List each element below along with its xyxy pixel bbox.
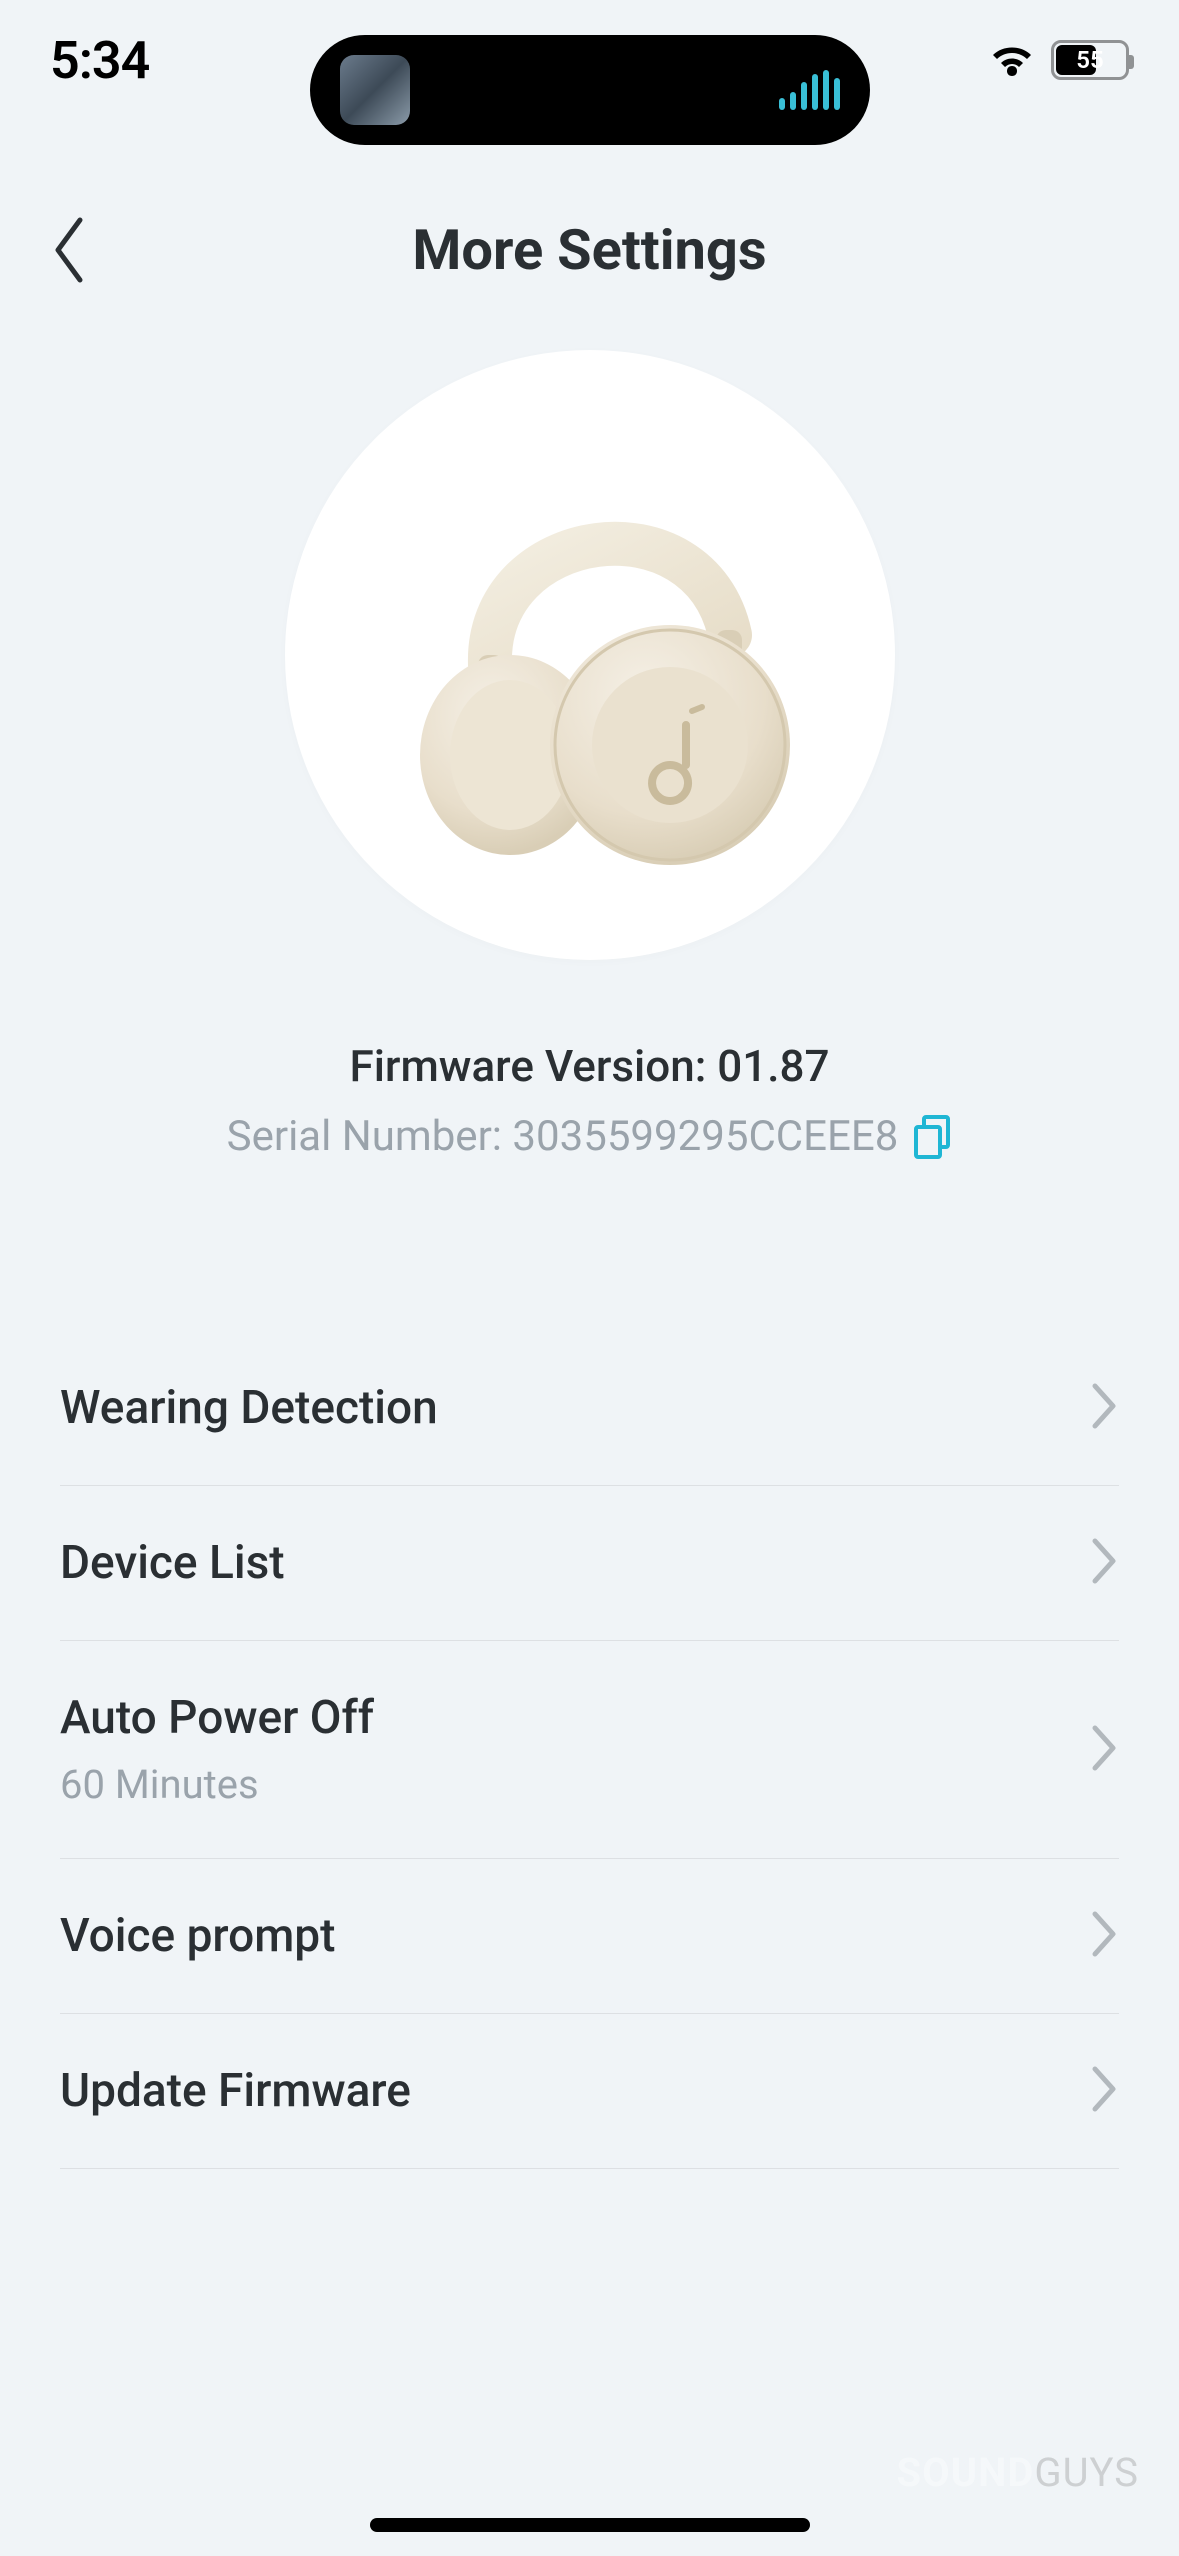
- firmware-version: Firmware Version: 01.87: [349, 1040, 829, 1092]
- settings-item-device-list[interactable]: Device List: [60, 1486, 1119, 1641]
- firmware-value: 01.87: [717, 1040, 829, 1092]
- now-playing-thumbnail: [340, 55, 410, 125]
- chevron-right-icon: [1091, 1537, 1119, 1589]
- audio-visualizer-icon: [779, 70, 840, 110]
- settings-item-wearing-detection[interactable]: Wearing Detection: [60, 1331, 1119, 1486]
- chevron-left-icon: [50, 215, 90, 285]
- settings-item-update-firmware[interactable]: Update Firmware: [60, 2014, 1119, 2169]
- copy-serial-button[interactable]: [912, 1115, 952, 1159]
- settings-item-auto-power-off[interactable]: Auto Power Off 60 Minutes: [60, 1641, 1119, 1859]
- page-title: More Settings: [412, 217, 766, 283]
- chevron-right-icon: [1091, 1382, 1119, 1434]
- nav-header: More Settings: [0, 180, 1179, 320]
- home-indicator[interactable]: [370, 2518, 810, 2532]
- dynamic-island[interactable]: [310, 35, 870, 145]
- wifi-icon: [989, 43, 1035, 77]
- settings-item-label: Wearing Detection: [60, 1381, 438, 1435]
- product-section: Firmware Version: 01.87 Serial Number: 3…: [0, 350, 1179, 1161]
- serial-number-row: Serial Number: 3035599295CCEEE8: [227, 1112, 953, 1161]
- status-right: 55: [989, 40, 1129, 80]
- settings-list: Wearing Detection Device List Auto Power…: [0, 1331, 1179, 2169]
- back-button[interactable]: [40, 210, 100, 290]
- serial-value: 3035599295CCEEE8: [512, 1112, 898, 1161]
- copy-icon: [912, 1115, 952, 1159]
- chevron-right-icon: [1091, 1724, 1119, 1776]
- settings-item-label: Voice prompt: [60, 1909, 335, 1963]
- settings-item-label: Device List: [60, 1536, 285, 1590]
- battery-icon: 55: [1051, 40, 1129, 80]
- settings-item-label: Auto Power Off: [60, 1691, 374, 1745]
- headphones-icon: [370, 435, 810, 875]
- settings-item-label: Update Firmware: [60, 2064, 411, 2118]
- battery-percent: 55: [1054, 46, 1126, 74]
- status-bar: 5:34 55: [0, 0, 1179, 120]
- watermark: SOUNDGUYS: [897, 2449, 1139, 2496]
- chevron-right-icon: [1091, 1910, 1119, 1962]
- product-image: [285, 350, 895, 960]
- settings-item-voice-prompt[interactable]: Voice prompt: [60, 1859, 1119, 2014]
- chevron-right-icon: [1091, 2065, 1119, 2117]
- serial-label: Serial Number:: [227, 1112, 513, 1161]
- settings-item-sub: 60 Minutes: [60, 1761, 374, 1808]
- status-time: 5:34: [50, 30, 149, 91]
- firmware-label: Firmware Version:: [349, 1040, 717, 1092]
